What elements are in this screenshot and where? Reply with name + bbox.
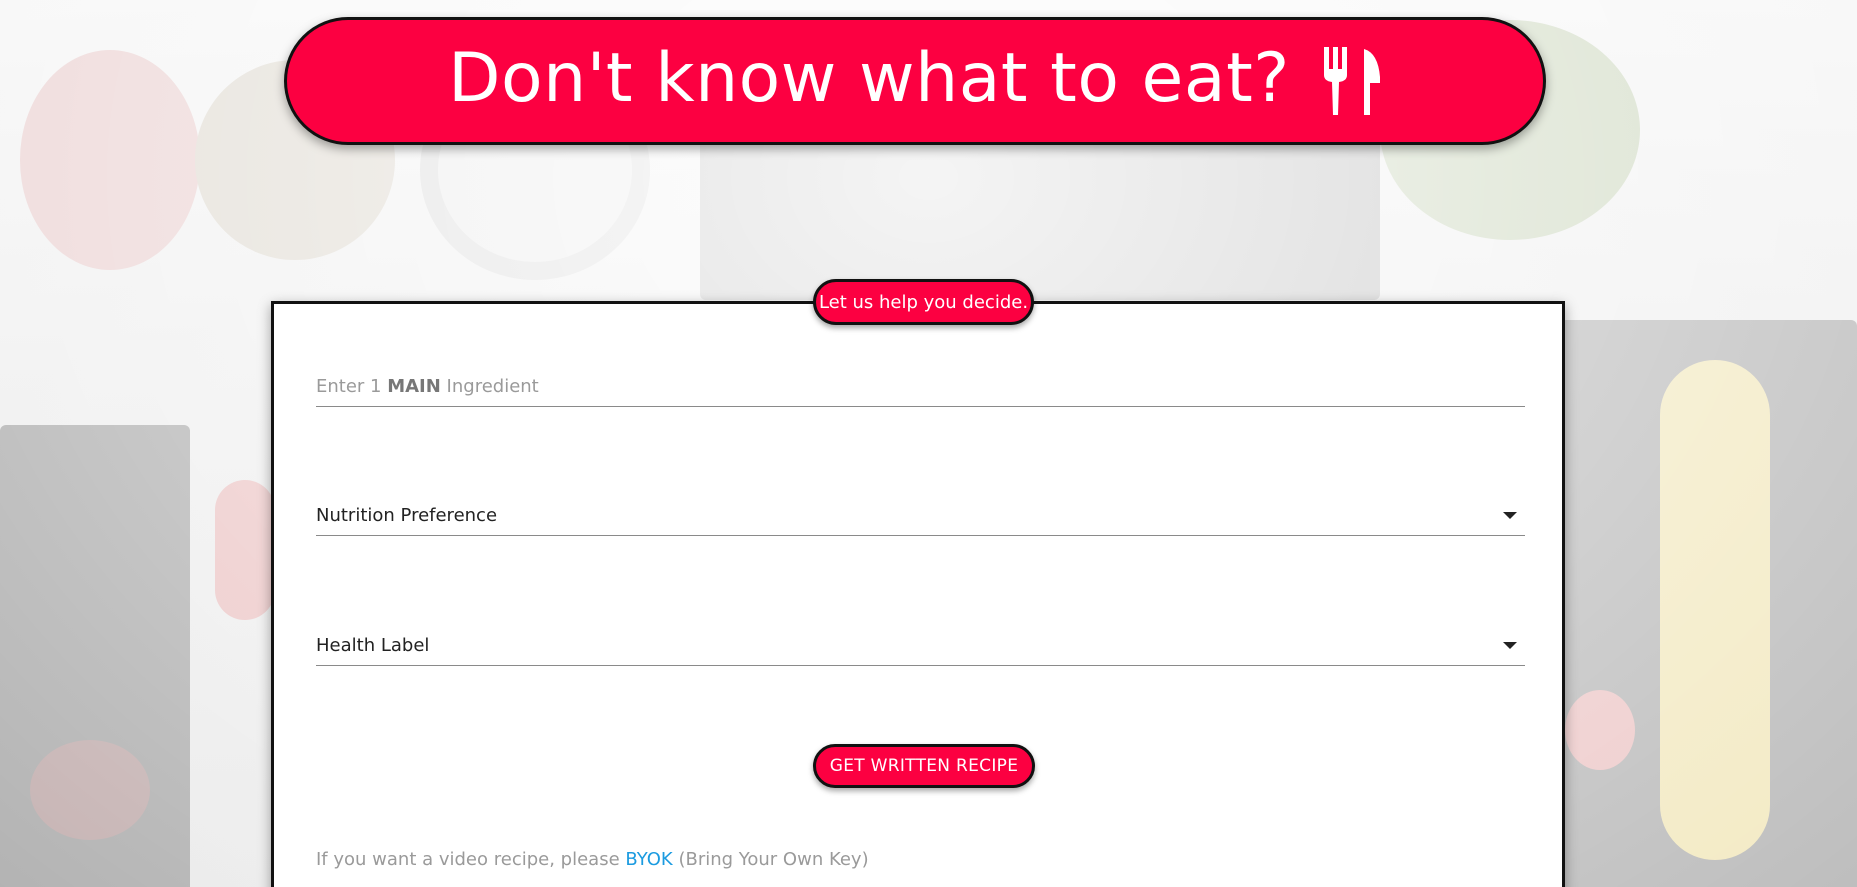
nutrition-preference-label: Nutrition Preference bbox=[316, 505, 498, 526]
page-title: Don't know what to eat? bbox=[448, 39, 1290, 118]
caret-down-icon bbox=[1503, 512, 1517, 519]
byok-link[interactable]: BYOK bbox=[625, 849, 672, 870]
nutrition-preference-select[interactable]: Nutrition Preference bbox=[316, 496, 1525, 536]
recipe-search-form: Enter 1 MAIN Ingredient Nutrition Prefer… bbox=[271, 301, 1565, 887]
ingredient-input[interactable]: Enter 1 MAIN Ingredient bbox=[316, 367, 1525, 407]
ingredient-placeholder: Enter 1 MAIN Ingredient bbox=[316, 376, 539, 397]
health-label-select[interactable]: Health Label bbox=[316, 626, 1525, 666]
video-recipe-note: If you want a video recipe, please BYOK … bbox=[316, 849, 869, 870]
header-banner: Don't know what to eat? bbox=[284, 17, 1546, 145]
caret-down-icon bbox=[1503, 642, 1517, 649]
get-written-recipe-button[interactable]: GET WRITTEN RECIPE bbox=[813, 744, 1035, 788]
utensils-icon bbox=[1320, 47, 1382, 115]
tagline-badge: Let us help you decide. bbox=[813, 279, 1034, 325]
health-label-label: Health Label bbox=[316, 635, 430, 656]
